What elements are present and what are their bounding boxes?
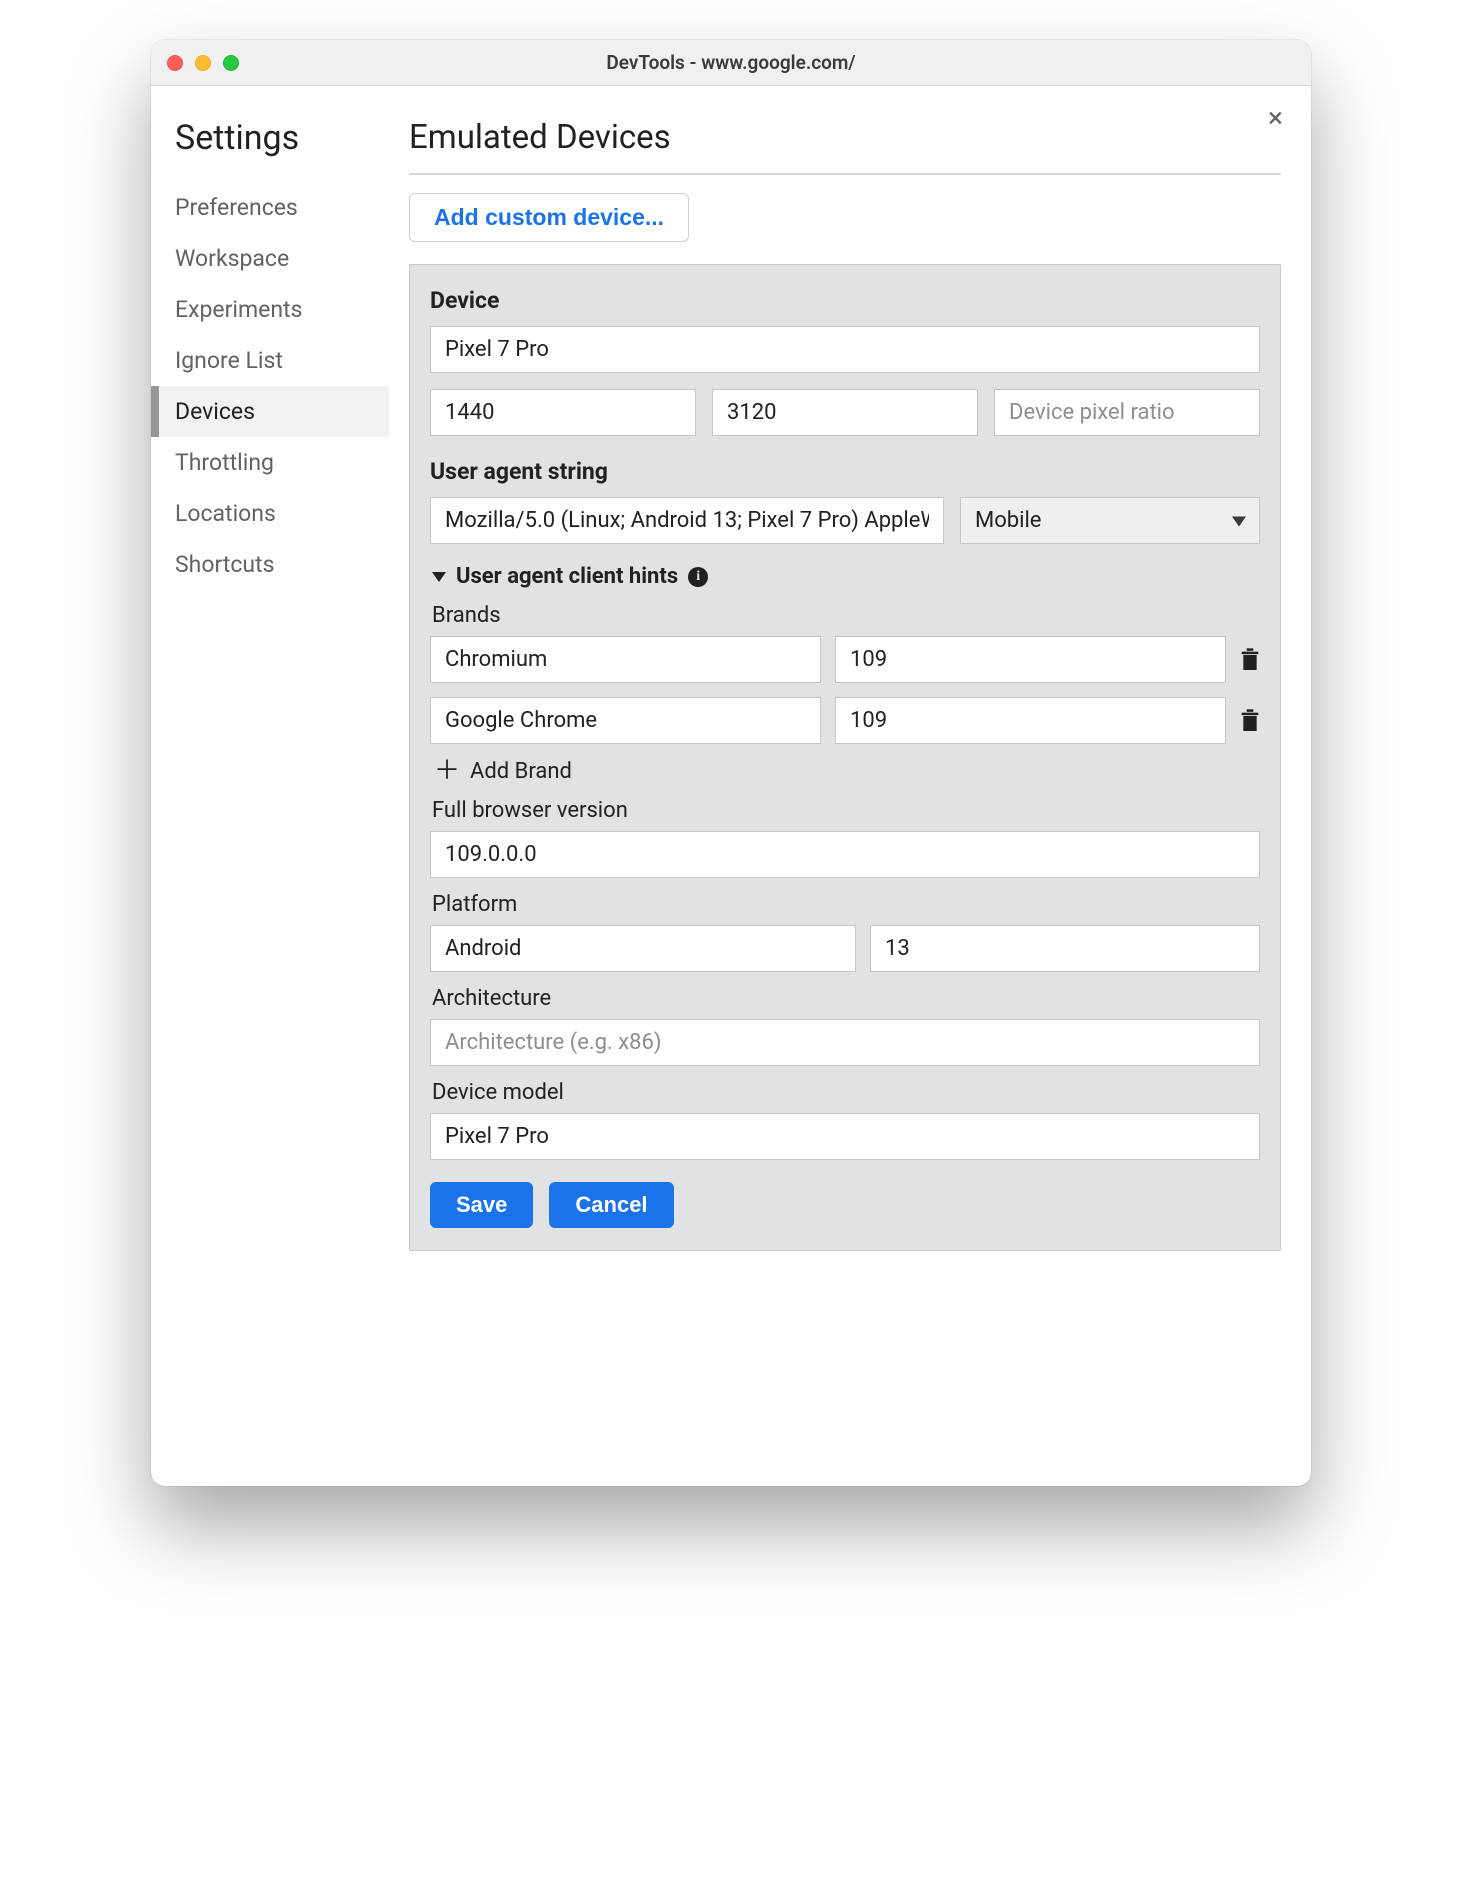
sidebar-item-ignore-list[interactable]: Ignore List bbox=[151, 335, 389, 386]
settings-sidebar: Settings Preferences Workspace Experimen… bbox=[151, 112, 389, 1450]
trash-icon[interactable] bbox=[1240, 648, 1260, 672]
sidebar-item-label: Locations bbox=[175, 500, 276, 527]
sidebar-item-label: Workspace bbox=[175, 245, 289, 272]
sidebar-item-shortcuts[interactable]: Shortcuts bbox=[151, 539, 389, 590]
sidebar-item-label: Experiments bbox=[175, 296, 302, 323]
window-minimize-button[interactable] bbox=[195, 55, 211, 71]
user-agent-label: User agent string bbox=[430, 458, 1260, 485]
brand-row bbox=[430, 697, 1260, 744]
brands-label: Brands bbox=[432, 603, 1260, 628]
architecture-label: Architecture bbox=[432, 986, 1260, 1011]
device-width-input[interactable] bbox=[430, 389, 696, 436]
full-browser-version-input[interactable] bbox=[430, 831, 1260, 878]
device-pixel-ratio-input[interactable] bbox=[994, 389, 1260, 436]
brand-name-input[interactable] bbox=[430, 697, 821, 744]
devtools-window: DevTools - www.google.com/ × Settings Pr… bbox=[151, 40, 1311, 1486]
sidebar-title: Settings bbox=[175, 118, 389, 158]
info-icon[interactable]: i bbox=[688, 567, 708, 587]
brand-version-input[interactable] bbox=[835, 636, 1226, 683]
brand-version-input[interactable] bbox=[835, 697, 1226, 744]
sidebar-item-locations[interactable]: Locations bbox=[151, 488, 389, 539]
page-title: Emulated Devices bbox=[409, 118, 1281, 157]
sidebar-item-preferences[interactable]: Preferences bbox=[151, 182, 389, 233]
window-maximize-button[interactable] bbox=[223, 55, 239, 71]
sidebar-item-label: Shortcuts bbox=[175, 551, 274, 578]
device-form-panel: Device User agent string Mobile bbox=[409, 264, 1281, 1251]
add-brand-button[interactable]: ＋ Add Brand bbox=[434, 758, 1260, 784]
sidebar-item-devices[interactable]: Devices bbox=[151, 386, 389, 437]
device-model-label: Device model bbox=[432, 1080, 1260, 1105]
user-agent-input[interactable] bbox=[430, 497, 944, 544]
save-button[interactable]: Save bbox=[430, 1182, 533, 1228]
sidebar-item-throttling[interactable]: Throttling bbox=[151, 437, 389, 488]
brand-name-input[interactable] bbox=[430, 636, 821, 683]
traffic-lights bbox=[167, 55, 239, 71]
add-brand-label: Add Brand bbox=[470, 759, 572, 784]
sidebar-item-label: Ignore List bbox=[175, 347, 283, 374]
client-hints-title: User agent client hints bbox=[456, 564, 678, 589]
settings-nav: Preferences Workspace Experiments Ignore… bbox=[151, 182, 389, 590]
device-height-input[interactable] bbox=[712, 389, 978, 436]
platform-label: Platform bbox=[432, 892, 1260, 917]
brand-row bbox=[430, 636, 1260, 683]
divider bbox=[409, 173, 1281, 175]
chevron-down-icon bbox=[1232, 511, 1246, 530]
full-version-label: Full browser version bbox=[432, 798, 1260, 823]
window-title: DevTools - www.google.com/ bbox=[606, 51, 855, 74]
window-close-button[interactable] bbox=[167, 55, 183, 71]
device-name-input[interactable] bbox=[430, 326, 1260, 373]
settings-main: Emulated Devices Add custom device... De… bbox=[389, 112, 1281, 1450]
select-value: Mobile bbox=[975, 508, 1041, 533]
sidebar-item-workspace[interactable]: Workspace bbox=[151, 233, 389, 284]
architecture-input[interactable] bbox=[430, 1019, 1260, 1066]
user-agent-type-select[interactable]: Mobile bbox=[960, 497, 1260, 544]
platform-name-input[interactable] bbox=[430, 925, 856, 972]
device-model-input[interactable] bbox=[430, 1113, 1260, 1160]
trash-icon[interactable] bbox=[1240, 709, 1260, 733]
plus-icon: ＋ bbox=[434, 758, 460, 784]
disclosure-triangle-icon[interactable] bbox=[432, 572, 446, 582]
cancel-button[interactable]: Cancel bbox=[549, 1182, 673, 1228]
sidebar-item-label: Preferences bbox=[175, 194, 298, 221]
device-section-label: Device bbox=[430, 287, 1260, 314]
sidebar-item-label: Throttling bbox=[175, 449, 274, 476]
titlebar: DevTools - www.google.com/ bbox=[151, 40, 1311, 86]
platform-version-input[interactable] bbox=[870, 925, 1260, 972]
close-icon[interactable]: × bbox=[1268, 104, 1283, 132]
sidebar-item-experiments[interactable]: Experiments bbox=[151, 284, 389, 335]
sidebar-item-label: Devices bbox=[175, 398, 255, 425]
add-custom-device-button[interactable]: Add custom device... bbox=[409, 193, 689, 242]
